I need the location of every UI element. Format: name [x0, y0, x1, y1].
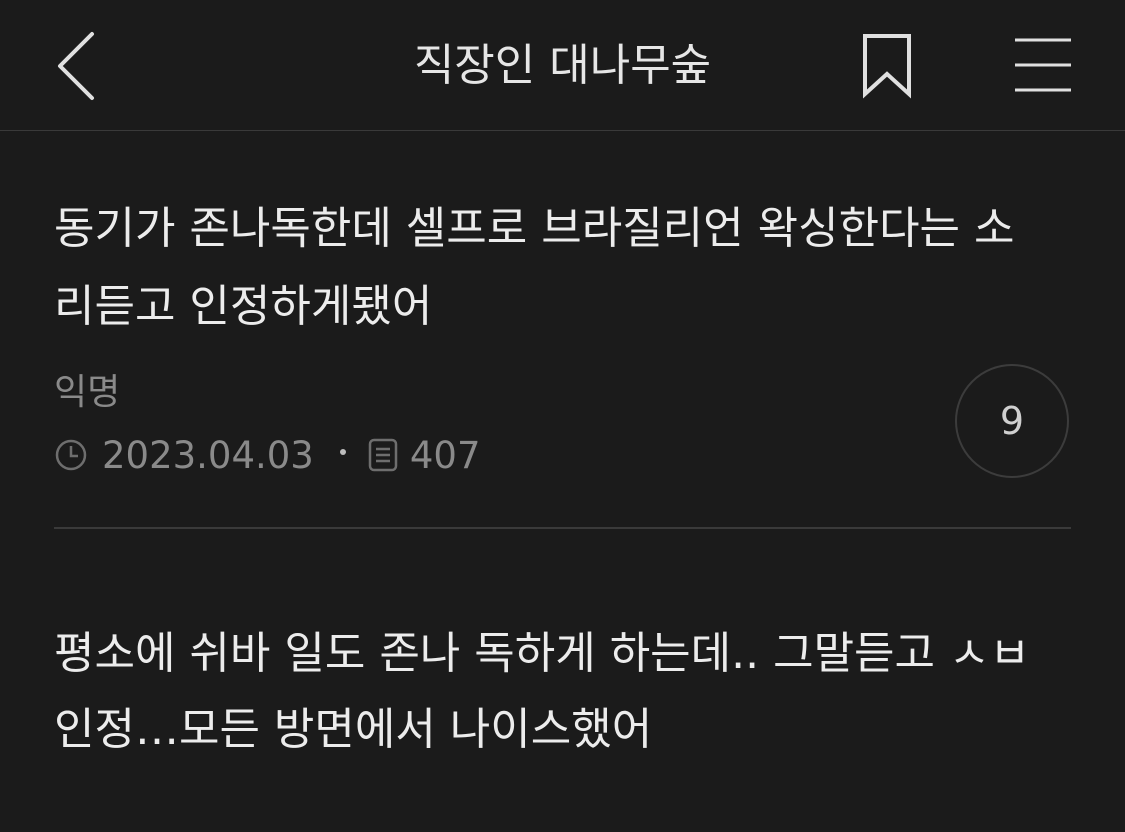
post-date: 2023.04.03	[102, 433, 314, 477]
hamburger-menu-icon	[1015, 38, 1071, 92]
bookmark-button[interactable]	[858, 30, 918, 102]
document-icon	[368, 438, 398, 472]
post-meta: 2023.04.03 407	[54, 428, 480, 482]
app-header: 직장인 대나무숲	[0, 0, 1125, 131]
separator-dot	[339, 449, 346, 455]
post-author: 익명	[54, 372, 121, 413]
clock-icon	[54, 438, 88, 472]
menu-button[interactable]	[1008, 34, 1078, 98]
post-title: 동기가 존나독한데 셀프로 브라질리언 왁싱한다는 소리듣고 인정하게됐어	[54, 203, 1015, 332]
comment-count: 9	[999, 399, 1025, 443]
divider	[54, 527, 1071, 529]
bookmark-icon	[863, 34, 911, 99]
page-title: 직장인 대나무숲	[413, 40, 712, 91]
comment-count-button[interactable]: 9	[955, 364, 1069, 478]
view-count: 407	[409, 433, 481, 477]
post-body: 평소에 쉬바 일도 존나 독하게 하는데.. 그말듣고 ㅅㅂ 인정…모든 방면에…	[54, 628, 1030, 755]
